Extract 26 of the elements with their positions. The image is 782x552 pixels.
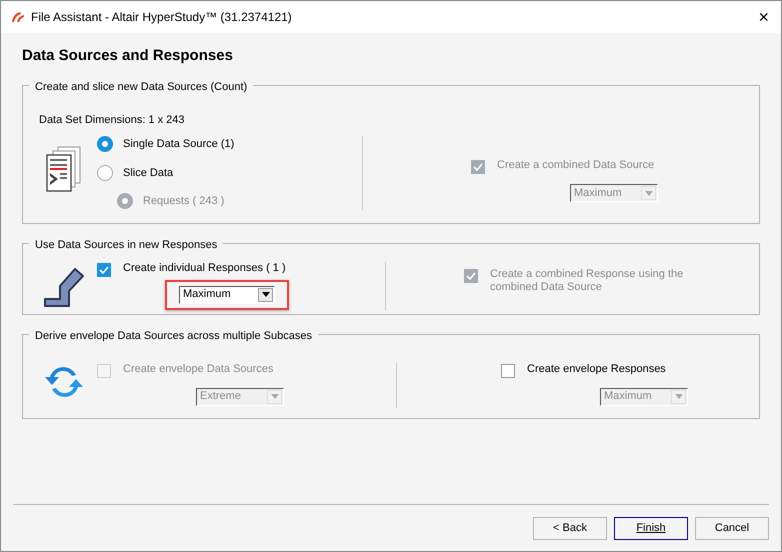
checkbox[interactable]: [97, 262, 111, 276]
checkbox-label: Create a combined Data Source: [497, 159, 654, 172]
checkbox[interactable]: [501, 364, 515, 378]
checkbox-label: Create envelope Responses: [527, 362, 666, 376]
radio-button[interactable]: [97, 136, 113, 152]
dialog-button[interactable]: < Back: [533, 517, 607, 540]
checkbox-label: Create envelope Data Sources: [123, 362, 274, 376]
group-title: Create and slice new Data Sources (Count): [35, 80, 248, 92]
radio-label: Slice Data: [123, 166, 174, 180]
dialog-button[interactable]: Cancel: [695, 517, 769, 540]
checkbox-label: Create individual Responses ( 1 ): [123, 262, 286, 274]
radio-label: Requests ( 243 ): [143, 194, 224, 209]
group-title: Derive envelope Data Sources across multiple Subcases: [35, 330, 312, 342]
dialog-button[interactable]: Finish: [614, 517, 688, 540]
pipe-icon: [43, 266, 85, 308]
window-title: File Assistant - Altair HyperStudy™ (31.2374121): [31, 9, 292, 26]
close-button[interactable]: ×: [758, 8, 769, 26]
dimensions-label: Data Set Dimensions: 1 x 243: [39, 112, 186, 128]
checkbox-label: Create a combined Response using the combined Data Source: [490, 268, 684, 294]
page-heading: Data Sources and Responses: [22, 46, 234, 66]
radio-button[interactable]: [97, 164, 113, 181]
documents-icon: [46, 146, 82, 192]
app-logo-icon: [11, 11, 25, 23]
radio-label: Single Data Source (1): [123, 137, 234, 152]
group-title: Use Data Sources in new Responses: [35, 238, 218, 250]
dropdown[interactable]: Maximum: [179, 286, 275, 304]
